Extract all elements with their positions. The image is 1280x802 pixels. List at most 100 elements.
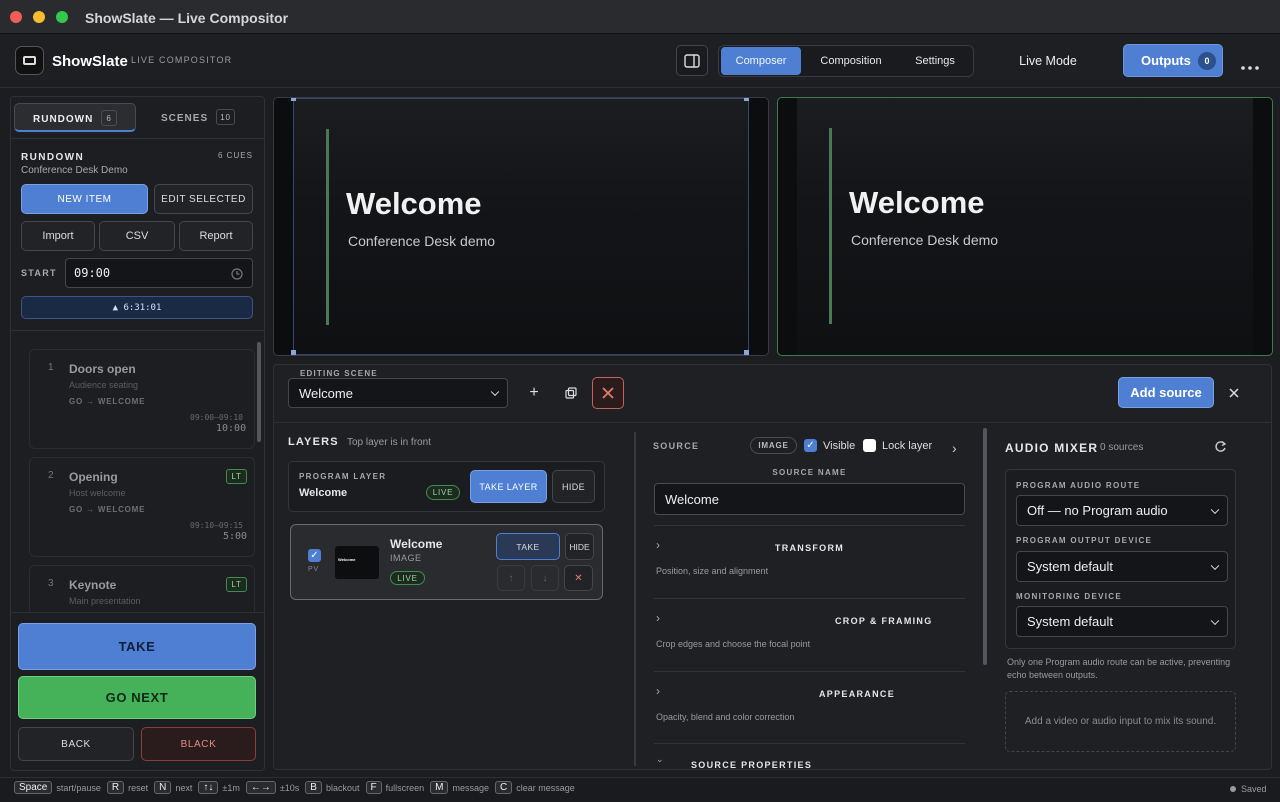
start-time-value: 09:00 bbox=[74, 266, 111, 280]
more-options-icon[interactable] bbox=[1240, 58, 1260, 70]
divider bbox=[654, 525, 965, 526]
remove-layer-button[interactable]: ✕ bbox=[564, 565, 593, 591]
cue-title: Opening bbox=[69, 470, 118, 484]
list-item[interactable]: 3 Keynote LT Main presentation bbox=[29, 565, 255, 612]
close-window-button[interactable] bbox=[10, 11, 22, 23]
monitor-device-label: MONITORING DEVICE bbox=[1016, 592, 1122, 601]
tab-composer[interactable]: Composer bbox=[721, 47, 801, 75]
window-title: ShowSlate — Live Compositor bbox=[85, 10, 289, 26]
route-label: PROGRAM AUDIO ROUTE bbox=[1016, 481, 1141, 490]
list-item[interactable]: 2 Opening LT Host welcome GO → WELCOME 0… bbox=[29, 457, 255, 557]
hide-layer-button[interactable]: HIDE bbox=[552, 470, 595, 503]
chevron-down-icon: ⌄ bbox=[656, 754, 664, 764]
close-icon: ✕ bbox=[574, 572, 583, 584]
source-name-label: SOURCE NAME bbox=[772, 468, 847, 477]
crop-section[interactable]: › CROP & FRAMING Crop edges and choose t… bbox=[654, 605, 965, 669]
edit-selected-button[interactable]: EDIT SELECTED bbox=[154, 184, 253, 214]
go-next-button[interactable]: GO NEXT bbox=[18, 676, 256, 719]
start-label: START bbox=[21, 268, 57, 278]
tab-composition[interactable]: Composition bbox=[806, 47, 896, 75]
resize-handle[interactable] bbox=[291, 350, 296, 355]
program-canvas: Welcome Conference Desk demo bbox=[797, 98, 1253, 355]
tab-rundown-label: RUNDOWN bbox=[33, 114, 94, 125]
program-output-device-select[interactable]: System default bbox=[1016, 551, 1228, 582]
thumbnail-title: Welcome bbox=[338, 557, 356, 562]
lock-layer-checkbox[interactable] bbox=[863, 439, 876, 452]
preview-canvas: Welcome Conference Desk demo bbox=[291, 98, 749, 355]
resize-handle[interactable] bbox=[744, 350, 749, 355]
preview-title: Welcome bbox=[346, 186, 482, 221]
keyboard-shortcuts: Space start/pause Rreset Nnext ↑↓ ±1m ←→ ±1… bbox=[14, 781, 575, 794]
move-layer-down-button[interactable]: ↓ bbox=[531, 565, 559, 591]
scene-select[interactable]: Welcome bbox=[288, 378, 508, 408]
shortcut-key: N bbox=[154, 781, 172, 794]
chevron-down-icon bbox=[1210, 616, 1220, 625]
sidebar-icon bbox=[684, 53, 700, 68]
layers-hint: Top layer is in front bbox=[347, 437, 431, 448]
add-source-button[interactable]: Add source bbox=[1118, 377, 1214, 408]
divider bbox=[654, 743, 965, 744]
resize-handle[interactable] bbox=[291, 98, 296, 101]
transform-section[interactable]: › TRANSFORM Position, size and alignment bbox=[654, 532, 965, 596]
scene-select-value: Welcome bbox=[299, 385, 353, 401]
chevron-right-icon[interactable]: › bbox=[952, 440, 957, 456]
source-properties-section[interactable]: ⌄ SOURCE PROPERTIES bbox=[654, 752, 965, 768]
accent-bar bbox=[326, 129, 329, 325]
source-scrollbar[interactable] bbox=[983, 428, 987, 665]
cue-subtitle: Audience seating bbox=[69, 380, 139, 390]
back-button[interactable]: BACK bbox=[18, 727, 134, 761]
outputs-button[interactable]: Outputs 0 bbox=[1123, 44, 1223, 77]
source-name-input[interactable]: Welcome bbox=[654, 483, 965, 515]
clock-icon bbox=[231, 268, 243, 280]
cue-list-scrollbar[interactable] bbox=[257, 342, 261, 442]
black-button[interactable]: BLACK bbox=[141, 727, 256, 761]
import-button[interactable]: Import bbox=[21, 221, 95, 251]
tab-scenes[interactable]: SCENES 10 bbox=[140, 103, 262, 132]
shortcut-desc: message bbox=[452, 782, 490, 793]
chevron-down-icon bbox=[1210, 505, 1220, 514]
delete-scene-button[interactable] bbox=[592, 377, 624, 409]
live-mode-button[interactable]: Live Mode bbox=[1004, 47, 1092, 75]
csv-button[interactable]: CSV bbox=[99, 221, 175, 251]
total-duration-badge: ▲ 6:31:01 bbox=[21, 296, 253, 319]
refresh-icon[interactable] bbox=[1214, 440, 1227, 458]
tab-scenes-label: SCENES bbox=[161, 113, 209, 124]
duplicate-scene-button[interactable] bbox=[559, 381, 583, 405]
tab-settings[interactable]: Settings bbox=[900, 47, 970, 75]
add-scene-button[interactable]: + bbox=[523, 381, 545, 405]
take-item-button[interactable]: TAKE bbox=[496, 533, 560, 560]
new-item-button[interactable]: NEW ITEM bbox=[21, 184, 148, 214]
outputs-label: Outputs bbox=[1141, 53, 1191, 68]
scenes-count-badge: 10 bbox=[216, 109, 235, 125]
maximize-window-button[interactable] bbox=[56, 11, 68, 23]
shortcut-desc: blackout bbox=[325, 782, 360, 793]
take-button[interactable]: TAKE bbox=[18, 623, 256, 670]
visible-checkbox[interactable]: ✓ bbox=[804, 439, 817, 452]
layers-scrollbar[interactable] bbox=[634, 432, 636, 766]
layer-item[interactable]: ✓ PV Welcome Welcome IMAGE LIVE TAKE HID… bbox=[290, 524, 603, 600]
report-button[interactable]: Report bbox=[179, 221, 253, 251]
tab-rundown[interactable]: RUNDOWN 6 bbox=[14, 103, 136, 132]
monitoring-device-select[interactable]: System default bbox=[1016, 606, 1228, 637]
program-monitor[interactable]: Welcome Conference Desk demo bbox=[777, 97, 1273, 356]
close-editor-button[interactable] bbox=[1224, 383, 1244, 403]
layer-visible-checkbox[interactable]: ✓ bbox=[308, 549, 321, 562]
section-title: APPEARANCE bbox=[818, 689, 895, 699]
appearance-section[interactable]: › APPEARANCE Opacity, blend and color co… bbox=[654, 678, 965, 742]
toggle-sidebar-button[interactable] bbox=[676, 45, 708, 76]
editing-scene-label: EDITING SCENE bbox=[296, 369, 382, 378]
program-audio-route-select[interactable]: Off — no Program audio bbox=[1016, 495, 1228, 526]
minimize-window-button[interactable] bbox=[33, 11, 45, 23]
cue-list: 1 Doors open Audience seating GO → WELCO… bbox=[10, 331, 265, 612]
take-layer-button[interactable]: TAKE LAYER bbox=[470, 470, 547, 503]
hide-item-button[interactable]: HIDE bbox=[565, 533, 594, 560]
preview-monitor[interactable]: Welcome Conference Desk demo bbox=[273, 97, 769, 356]
shortcut-key: ↑↓ bbox=[198, 781, 219, 794]
cue-duration: 10:00 bbox=[216, 423, 247, 434]
shortcut-key: R bbox=[106, 781, 125, 794]
move-layer-up-button[interactable]: ↑ bbox=[497, 565, 525, 591]
list-item[interactable]: 1 Doors open Audience seating GO → WELCO… bbox=[29, 349, 255, 449]
start-time-input[interactable]: 09:00 bbox=[65, 258, 253, 288]
resize-handle[interactable] bbox=[744, 98, 749, 101]
cue-title: Keynote bbox=[69, 578, 117, 592]
